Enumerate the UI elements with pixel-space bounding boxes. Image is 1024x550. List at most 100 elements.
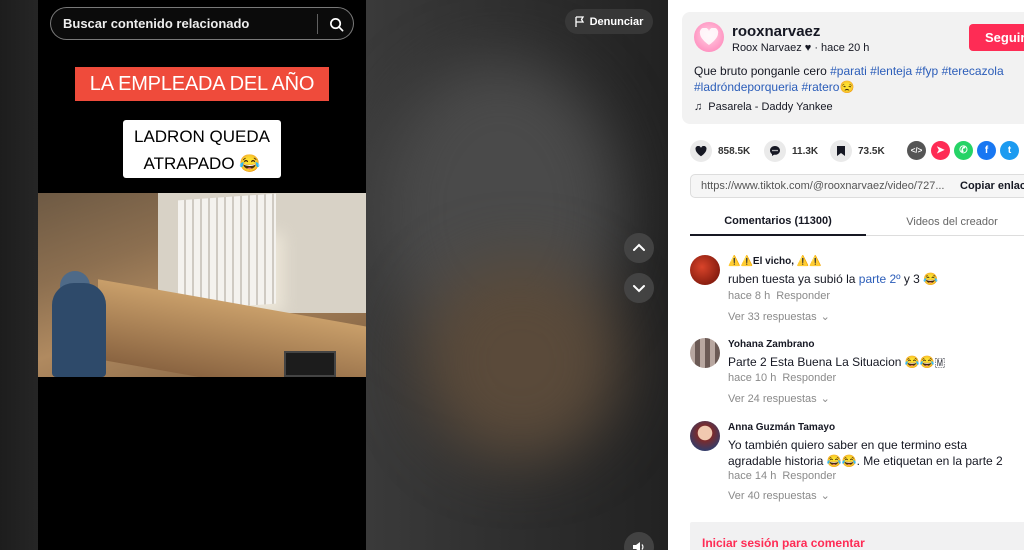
- heart-outline-icon: ♡: [1012, 269, 1024, 282]
- comment-time: hace 8 h: [728, 290, 771, 302]
- next-video-button[interactable]: [624, 273, 654, 303]
- login-to-comment-link[interactable]: Iniciar sesión para comentar: [702, 536, 865, 550]
- comment-meta: hace 8 h Responder: [728, 290, 830, 302]
- video-description: Que bruto ponganle cero #parati #lenteja…: [694, 63, 1024, 95]
- author-card: rooxnarvaez Roox Narvaez ♥ · hace 20 h S…: [682, 12, 1024, 124]
- comment-icon: [764, 140, 786, 162]
- author-username[interactable]: rooxnarvaez: [732, 23, 820, 40]
- hashtag[interactable]: #fyp: [916, 64, 939, 78]
- author-subtitle: Roox Narvaez ♥ · hace 20 h: [732, 42, 870, 54]
- scene-window: [178, 193, 276, 311]
- report-label: Denunciar: [589, 15, 644, 28]
- comment-meta: hace 10 h Responder: [728, 372, 836, 384]
- search-divider: [317, 14, 318, 34]
- video-link-box: https://www.tiktok.com/@rooxnarvaez/vide…: [690, 174, 1024, 198]
- copy-link-button[interactable]: Copiar enlace: [960, 175, 1024, 197]
- heart-icon: [690, 140, 712, 162]
- comment-item: Yohana Zambrano Parte 2 Esta Buena La Si…: [690, 338, 1024, 408]
- comment-item: Anna Guzmán Tamayo Yo también quiero sab…: [690, 421, 1024, 506]
- chevron-down-icon: [633, 285, 645, 293]
- video-link[interactable]: https://www.tiktok.com/@rooxnarvaez/vide…: [701, 180, 945, 192]
- hashtag[interactable]: #ratero😒: [801, 80, 854, 94]
- avatar[interactable]: [694, 22, 724, 52]
- save-stat[interactable]: 73.5K: [830, 140, 885, 162]
- comment-text-part: ruben tuesta ya subió la: [728, 272, 859, 286]
- caption-line-2: ATRAPADO 😂: [143, 154, 261, 173]
- comment-username[interactable]: Anna Guzmán Tamayo: [728, 422, 835, 433]
- tab-creator-videos[interactable]: Videos del creador: [866, 208, 1024, 236]
- comment-text-part: y 3 😂: [900, 272, 939, 286]
- previous-video-button[interactable]: [624, 233, 654, 263]
- comment-link[interactable]: parte 2º: [859, 272, 901, 286]
- flag-icon: [574, 16, 584, 27]
- video-caption-title: LA EMPLEADA DEL AÑO: [75, 67, 329, 101]
- video-pane: LA EMPLEADA DEL AÑO LADRON QUEDA ATRAPAD…: [0, 0, 668, 550]
- comment-stat[interactable]: 11.3K: [764, 140, 818, 162]
- scene-monitor: [284, 351, 336, 377]
- tab-comments[interactable]: Comentarios (11300): [690, 208, 866, 236]
- background-blur: [420, 260, 620, 460]
- twitter-icon[interactable]: t: [1000, 141, 1019, 160]
- chevron-down-icon: ⌄: [820, 311, 830, 323]
- like-count: 858.5K: [718, 145, 751, 157]
- view-replies-button[interactable]: Ver 33 respuestas ⌄: [728, 310, 830, 324]
- comment-like-count: 22: [1012, 448, 1024, 460]
- facebook-icon[interactable]: f: [977, 141, 996, 160]
- comment-time: hace 10 h: [728, 372, 777, 384]
- avatar[interactable]: [690, 255, 720, 285]
- comment-text: ruben tuesta ya subió la parte 2º y 3 😂: [728, 271, 1010, 287]
- comment-count: 11.3K: [792, 145, 819, 157]
- search-input[interactable]: [63, 16, 313, 31]
- chevron-up-icon: [633, 243, 645, 251]
- bookmark-icon: [830, 140, 852, 162]
- search-button[interactable]: [323, 13, 349, 35]
- view-replies-button[interactable]: Ver 24 respuestas ⌄: [728, 392, 830, 406]
- follow-button[interactable]: Seguir: [969, 24, 1024, 51]
- like-stat[interactable]: 858.5K: [690, 140, 750, 162]
- chevron-down-icon: ⌄: [820, 393, 830, 405]
- comment-like-count: 32: [1012, 365, 1024, 377]
- volume-icon: [633, 542, 644, 550]
- whatsapp-icon[interactable]: ✆: [954, 141, 973, 160]
- send-icon[interactable]: ➤: [931, 141, 950, 160]
- description-text: Que bruto ponganle cero: [694, 64, 831, 78]
- comment-like-count: 79: [1012, 282, 1024, 294]
- avatar[interactable]: [690, 421, 720, 451]
- chevron-down-icon: ⌄: [820, 490, 830, 502]
- side-panel: rooxnarvaez Roox Narvaez ♥ · hace 20 h S…: [668, 0, 1024, 550]
- music-title: Pasarela - Daddy Yankee: [708, 101, 833, 113]
- hashtag[interactable]: #terecazola: [942, 64, 1004, 78]
- heart-outline-icon: ♡: [1012, 352, 1024, 365]
- video-caption-subtitle: LADRON QUEDA ATRAPADO 😂: [123, 120, 281, 178]
- comment-like[interactable]: ♡ 32: [1012, 352, 1024, 377]
- comment-time: hace 14 h: [728, 470, 777, 482]
- avatar[interactable]: [690, 338, 720, 368]
- heart-avatar-icon: [699, 28, 719, 45]
- hashtag[interactable]: #parati: [830, 64, 867, 78]
- music-note-icon: ♫: [694, 101, 703, 113]
- embed-icon[interactable]: </>: [907, 141, 926, 160]
- reply-button[interactable]: Responder: [776, 290, 830, 302]
- music-link[interactable]: ♫ Pasarela - Daddy Yankee: [694, 101, 833, 113]
- comment-like[interactable]: ♡ 22: [1012, 435, 1024, 460]
- comment-username[interactable]: ⚠️⚠️El vicho, ⚠️⚠️: [728, 256, 822, 267]
- hashtag[interactable]: #ladróndeporqueria: [694, 80, 798, 94]
- comment-like[interactable]: ♡ 79: [1012, 269, 1024, 294]
- reply-button[interactable]: Responder: [782, 372, 836, 384]
- view-replies-button[interactable]: Ver 40 respuestas ⌄: [728, 489, 830, 503]
- hashtag[interactable]: #lenteja: [870, 64, 912, 78]
- comment-item: ⚠️⚠️El vicho, ⚠️⚠️ ruben tuesta ya subió…: [690, 255, 1024, 325]
- video-clip[interactable]: [38, 193, 366, 377]
- view-replies-label: Ver 24 respuestas: [728, 392, 817, 405]
- volume-button[interactable]: [624, 532, 654, 550]
- comment-text: Yo también quiero saber en que termino e…: [728, 438, 1003, 468]
- comment-meta: hace 14 h Responder: [728, 470, 836, 482]
- view-replies-label: Ver 33 respuestas: [728, 310, 817, 323]
- login-to-comment-bar[interactable]: Iniciar sesión para comentar: [690, 522, 1024, 550]
- save-count: 73.5K: [858, 145, 885, 157]
- report-button[interactable]: Denunciar: [565, 9, 653, 34]
- scene-person: [52, 283, 106, 377]
- reply-button[interactable]: Responder: [782, 470, 836, 482]
- comment-username[interactable]: Yohana Zambrano: [728, 339, 815, 350]
- search-icon: [329, 17, 343, 31]
